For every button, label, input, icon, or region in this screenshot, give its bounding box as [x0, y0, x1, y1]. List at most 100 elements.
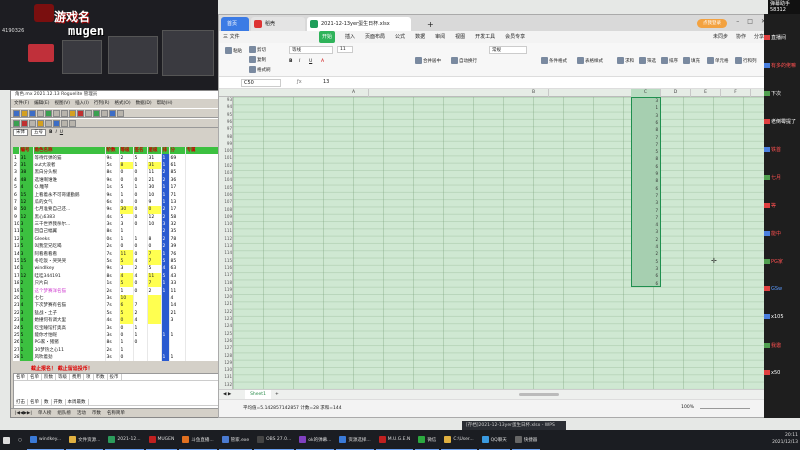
cell-value[interactable]: 4: [655, 244, 658, 249]
row-header[interactable]: 124: [219, 323, 233, 328]
sheet-tab[interactable]: Sheet1: [245, 390, 271, 399]
bold-button[interactable]: B: [49, 130, 52, 135]
row-header[interactable]: 118: [219, 280, 233, 285]
insert-icon[interactable]: [93, 110, 100, 117]
cell-value[interactable]: 8: [655, 127, 658, 132]
row-header[interactable]: 121: [219, 301, 233, 306]
column-header[interactable]: 编号: [19, 147, 34, 155]
ribbon-tab-start[interactable]: 开始: [319, 31, 336, 43]
menu-item[interactable]: 帮助(H): [157, 99, 173, 108]
horizontal-scrollbar[interactable]: [519, 393, 559, 396]
italic-button[interactable]: I: [55, 130, 56, 135]
table-row[interactable]: 1 31 等待炸弹的猫 9s 2 5 31 1 69: [13, 154, 220, 162]
row-header[interactable]: 101: [219, 155, 233, 160]
row-header[interactable]: 109: [219, 214, 233, 219]
ribbon-tab[interactable]: 会员专享: [505, 31, 525, 43]
row-header[interactable]: 117: [219, 272, 233, 277]
new-tab-button[interactable]: +: [413, 18, 434, 32]
column-header[interactable]: B: [519, 89, 549, 97]
cut-icon[interactable]: [53, 110, 60, 117]
cell-value[interactable]: 2: [655, 251, 658, 256]
row-header[interactable]: 127: [219, 345, 233, 350]
cell-value[interactable]: 7: [655, 208, 658, 213]
cell-value[interactable]: 3: [655, 200, 658, 205]
column-header[interactable]: A: [339, 89, 369, 97]
table-row[interactable]: 22 3 猛战・土子 5s 5 2 21: [13, 309, 220, 317]
row-header[interactable]: 111: [219, 228, 233, 233]
search-icon[interactable]: [69, 120, 76, 127]
table-row[interactable]: 28 1 风吹着劲 3s 0 1 1: [13, 353, 220, 362]
row-header[interactable]: 98: [219, 134, 233, 139]
cell-value[interactable]: 9: [655, 171, 658, 176]
table-row[interactable]: 19 1 这个梦赛洋名猫 2s 1 0 2 1 11: [13, 287, 220, 295]
number-format-select[interactable]: 常规: [489, 46, 527, 54]
font-name-select[interactable]: 宋体: [13, 129, 28, 136]
table-row[interactable]: 14 3 阿看看看看 7s 11 0 7 1 76: [13, 250, 220, 258]
sheet-nav-icon[interactable]: ◀ ▶: [223, 390, 231, 399]
taskbar-item[interactable]: QQ聊天: [478, 430, 510, 450]
delete-icon[interactable]: [21, 120, 28, 127]
cell-button[interactable]: 单元格: [707, 57, 729, 64]
add-sheet-button[interactable]: +: [275, 390, 279, 399]
row-header[interactable]: 106: [219, 192, 233, 197]
formula-input[interactable]: 13: [323, 79, 329, 85]
menu-item[interactable]: 编辑(E): [34, 99, 49, 108]
row-header[interactable]: 110: [219, 221, 233, 226]
sheet-tab[interactable]: 活动: [77, 409, 86, 417]
row-header[interactable]: 105: [219, 185, 233, 190]
ribbon-tab[interactable]: 页面布局: [365, 31, 385, 43]
sort-button[interactable]: 排序: [661, 57, 678, 64]
sheet-tab[interactable]: 名称简单: [107, 409, 125, 417]
row-header[interactable]: 126: [219, 338, 233, 343]
maximize-icon[interactable]: □: [747, 18, 753, 25]
preview-icon[interactable]: [45, 110, 52, 117]
selected-range[interactable]: 3 1 3 6 8 7 7 5 8 6 9 8 6 7 3 7 7 4 3 2 4 2 5 3 6 6: [631, 97, 661, 287]
cell-value[interactable]: 7: [655, 142, 658, 147]
cell-value[interactable]: 4: [655, 222, 658, 227]
cell-value[interactable]: 5: [655, 149, 658, 154]
table-row[interactable]: 20 1 七七 3s 10 4: [13, 294, 220, 303]
cell-value[interactable]: 7: [655, 193, 658, 198]
add-icon[interactable]: [13, 120, 20, 127]
cell-value[interactable]: 3: [655, 229, 658, 234]
menu-item[interactable]: 格式(O): [115, 99, 131, 108]
table-row[interactable]: 18 2 只片白 1s 5 0 7 1 33: [13, 280, 220, 288]
table-row[interactable]: 3 38 黑白分头根 8s 0 0 11 2 85: [13, 169, 220, 177]
row-header[interactable]: 107: [219, 199, 233, 204]
row-header[interactable]: 102: [219, 163, 233, 168]
table-row[interactable]: 11 3 回自己幅翼 8s 1 2 35: [13, 228, 220, 236]
image-icon[interactable]: [53, 120, 60, 127]
format-painter-button[interactable]: 格式刷: [249, 66, 271, 73]
menu-item[interactable]: 视图(V): [54, 99, 70, 108]
minimize-icon[interactable]: –: [736, 18, 739, 25]
row-header[interactable]: 115: [219, 258, 233, 263]
column-header[interactable]: 星级: [147, 147, 162, 155]
star-icon[interactable]: [37, 120, 44, 127]
column-header[interactable]: F: [721, 89, 751, 97]
system-clock[interactable]: 20:11 2021/12/13: [772, 432, 798, 446]
row-header[interactable]: 104: [219, 177, 233, 182]
fill-button[interactable]: 填充: [683, 57, 700, 64]
row-header[interactable]: 112: [219, 236, 233, 241]
table-row[interactable]: 8 50 七月准要自己还... 9s 30 0 0 2 17: [13, 206, 220, 214]
edit-icon[interactable]: [29, 120, 36, 127]
conditional-format-button[interactable]: 条件格式: [541, 57, 567, 64]
row-header[interactable]: 113: [219, 243, 233, 248]
row-header[interactable]: 100: [219, 148, 233, 153]
sum-button[interactable]: 求和: [617, 57, 634, 64]
copy-icon[interactable]: [61, 110, 68, 117]
table-row[interactable]: 10 3 三千世界我杀尔... 3s 3 0 10 3 32: [13, 220, 220, 229]
row-header[interactable]: 129: [219, 360, 233, 365]
cell-area[interactable]: 3 1 3 6 8 7 7 5 8 6 9 8 6 7 3 7 7 4 3 2 4 2 5 3 6 6 ✛: [233, 97, 770, 389]
underline-button[interactable]: U: [309, 59, 312, 64]
table-row[interactable]: 12 3 Gleeks 0s 1 1 8 2 78: [13, 235, 220, 244]
open-icon[interactable]: [21, 110, 28, 117]
cell-value[interactable]: 8: [655, 178, 658, 183]
row-header[interactable]: 128: [219, 353, 233, 358]
tab-nav-icon[interactable]: |◀◀▶▶|: [15, 409, 32, 417]
bold-button[interactable]: B: [289, 59, 292, 64]
table-row[interactable]: 9 12 黑心6383 4s 5 0 12 2 58: [13, 213, 220, 221]
table-style-button[interactable]: 表格样式: [577, 57, 603, 64]
tab-home[interactable]: 首页: [221, 17, 249, 31]
filter-icon[interactable]: [117, 110, 124, 117]
